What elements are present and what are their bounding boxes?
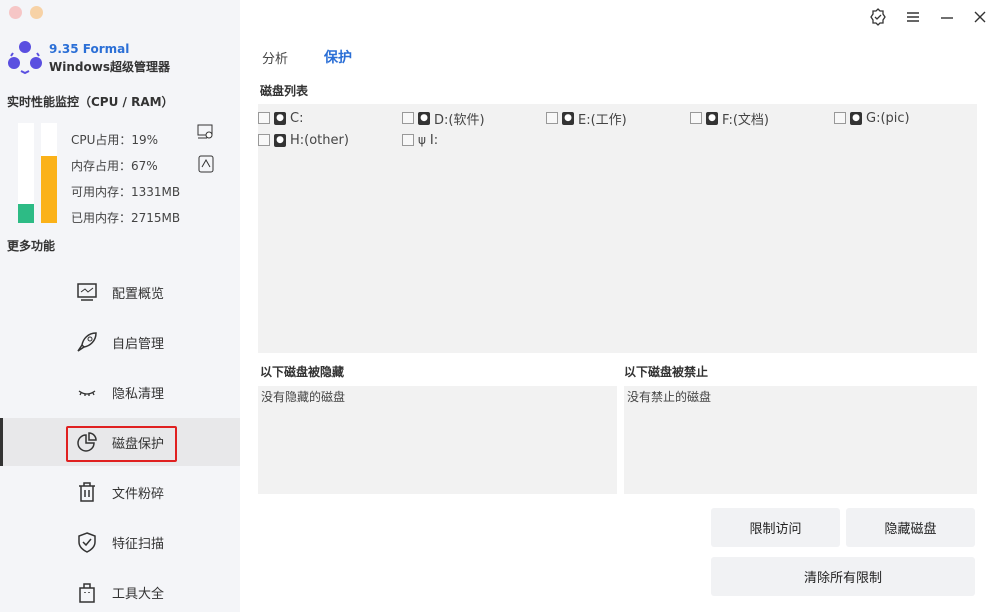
nav-signature-scan[interactable]: 特征扫描 [0, 518, 240, 566]
close-icon[interactable] [973, 10, 987, 24]
drive-checkbox[interactable] [546, 112, 558, 124]
cpu-usage: CPU占用：19% [71, 131, 158, 148]
monitor-chart-icon [76, 281, 98, 303]
drive-checkbox[interactable] [690, 112, 702, 124]
nav-label: 特征扫描 [112, 533, 164, 552]
nav-label: 文件粉碎 [112, 483, 164, 502]
app-version: 9.35 Formal [49, 42, 129, 56]
disk-list: ● C: ● D:(软件) ● E:(工作) ● F:(文档) ● G:(pic) ● H:(othe… [258, 104, 977, 353]
drive-label: D:(软件) [434, 109, 485, 128]
nav-label: 磁盘保护 [112, 433, 164, 452]
sidebar: 9.35 Formal Windows超级管理器 实时性能监控（CPU / RA… [0, 0, 240, 612]
monitor-search-icon[interactable] [197, 124, 215, 140]
drive-checkbox[interactable] [258, 112, 270, 124]
hard-drive-icon: ● [274, 134, 286, 147]
verified-badge-icon[interactable] [869, 8, 887, 26]
minimize-icon[interactable] [940, 10, 954, 24]
minimize-window-button[interactable] [30, 6, 43, 19]
hidden-disks-title: 以下磁盘被隐藏 [260, 363, 344, 380]
rocket-icon [76, 331, 98, 353]
drive-checkbox[interactable] [402, 134, 414, 146]
pie-chart-icon [76, 431, 98, 453]
disabled-empty-text: 没有禁止的磁盘 [624, 386, 977, 407]
close-window-button[interactable] [9, 6, 22, 19]
drive-label: G:(pic) [866, 111, 910, 126]
restrict-access-button[interactable]: 限制访问 [711, 508, 840, 547]
drive-label: H:(other) [290, 133, 349, 148]
menu-icon[interactable] [906, 10, 920, 24]
nav-privacy-clean[interactable]: 隐私清理 [0, 368, 240, 416]
nav-startup-manager[interactable]: 自启管理 [0, 318, 240, 366]
hard-drive-icon: ● [562, 112, 574, 125]
disabled-disks-list: 没有禁止的磁盘 [624, 386, 977, 494]
drive-label: I: [430, 133, 438, 148]
shield-check-icon [76, 531, 98, 553]
hard-drive-icon: ● [706, 112, 718, 125]
hard-drive-icon: ● [274, 112, 286, 125]
trash-icon [76, 481, 98, 503]
mem-usage: 内存占用：67% [71, 157, 158, 174]
clear-all-restrictions-button[interactable]: 清除所有限制 [711, 557, 975, 596]
active-indicator [0, 418, 3, 466]
hard-drive-icon: ● [418, 112, 430, 125]
nav-label: 工具大全 [112, 583, 164, 602]
tab-protect[interactable]: 保护 [324, 47, 352, 67]
drive-checkbox[interactable] [258, 134, 270, 146]
drive-label: F:(文档) [722, 109, 769, 128]
nav-label: 自启管理 [112, 333, 164, 352]
drive-checkbox[interactable] [402, 112, 414, 124]
app-logo-icon [7, 39, 43, 75]
drive-label: C: [290, 111, 303, 126]
nav-label: 隐私清理 [112, 383, 164, 402]
tab-analyze[interactable]: 分析 [262, 48, 288, 67]
mem-bar-fill [41, 156, 57, 223]
used-memory: 已用内存：2715MB [71, 209, 180, 226]
more-features-title: 更多功能 [7, 237, 55, 254]
usb-icon: ψ [418, 133, 426, 147]
drive-item[interactable]: ● E:(工作) [546, 107, 690, 129]
monitor-title: 实时性能监控（CPU / RAM） [7, 93, 174, 110]
drive-checkbox[interactable] [834, 112, 846, 124]
nav-tools[interactable]: 工具大全 [0, 568, 240, 616]
drive-item[interactable]: ● H:(other) [258, 129, 402, 151]
memory-clean-icon[interactable] [198, 155, 214, 173]
disabled-disks-title: 以下磁盘被禁止 [624, 363, 708, 380]
nav-disk-protect[interactable]: 磁盘保护 [0, 418, 240, 466]
app-name: Windows超级管理器 [49, 58, 170, 75]
drive-item[interactable]: ● C: [258, 107, 402, 129]
hidden-empty-text: 没有隐藏的磁盘 [258, 386, 617, 407]
nav-config-overview[interactable]: 配置概览 [0, 268, 240, 316]
cpu-bar-fill [18, 204, 34, 223]
mem-bar [41, 123, 57, 223]
disk-list-title: 磁盘列表 [260, 82, 308, 99]
hidden-disks-list: 没有隐藏的磁盘 [258, 386, 617, 494]
drive-item[interactable]: ● D:(软件) [402, 107, 546, 129]
hide-disk-button[interactable]: 隐藏磁盘 [846, 508, 975, 547]
drive-item[interactable]: ● G:(pic) [834, 107, 978, 129]
available-memory: 可用内存：1331MB [71, 183, 180, 200]
drive-item[interactable]: ● F:(文档) [690, 107, 834, 129]
shopping-bag-icon [76, 581, 98, 603]
hard-drive-icon: ● [850, 112, 862, 125]
drive-label: E:(工作) [578, 109, 627, 128]
nav-file-shredder[interactable]: 文件粉碎 [0, 468, 240, 516]
nav-label: 配置概览 [112, 283, 164, 302]
closed-eye-icon [76, 381, 98, 403]
cpu-bar [18, 123, 34, 223]
drive-item[interactable]: ψ I: [402, 129, 546, 151]
